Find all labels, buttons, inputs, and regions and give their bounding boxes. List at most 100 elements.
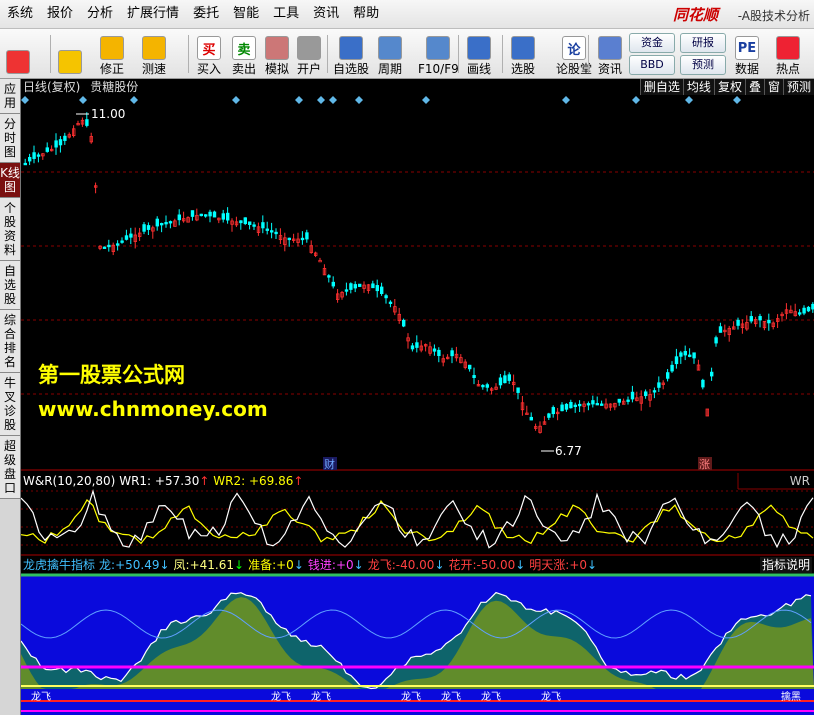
- toolbar-small-button-2[interactable]: BBD: [629, 55, 675, 75]
- candle-body: [415, 342, 419, 348]
- toolbar-sell-button[interactable]: 卖卖出: [232, 31, 256, 76]
- menu-item-1[interactable]: 报价: [40, 0, 80, 28]
- toolbar-hammer-button[interactable]: 模拟: [265, 31, 289, 76]
- sidebar-tab-4[interactable]: 自选股: [0, 261, 20, 310]
- toolbar-label: 热点: [776, 62, 801, 76]
- candle-body: [485, 384, 489, 388]
- menu-item-4[interactable]: 委托: [186, 0, 226, 28]
- sell-icon: 卖: [232, 36, 256, 60]
- candle-body: [155, 218, 159, 227]
- event-diamond-icon: [317, 96, 325, 104]
- candle-body: [142, 224, 146, 232]
- candle-body: [749, 316, 753, 322]
- candle-body: [116, 243, 120, 246]
- sidebar-tab-1[interactable]: 分时图: [0, 114, 20, 163]
- toolbar-hot-button[interactable]: 热点: [776, 31, 800, 76]
- toolbar-small-button-0[interactable]: 资金: [629, 33, 675, 53]
- indicator-label-2: 准备:: [248, 558, 277, 572]
- chart-area[interactable]: 日线(复权) 贵糖股份 删自选 均线 复权叠窗预测 11.00 6.77 财涨龙飞 龙飞龙…: [21, 79, 814, 715]
- toolbar-icon-color-squares-button[interactable]: [6, 31, 30, 76]
- indicator-name: 龙虎擒牛指标: [23, 558, 96, 572]
- up-down-arrows-icon: [100, 36, 124, 60]
- toolbar-forum-button[interactable]: 论论股堂: [556, 31, 592, 76]
- toolbar-lock-button[interactable]: 开户: [297, 31, 321, 76]
- toolbar-pencil-button[interactable]: 画线: [467, 31, 491, 76]
- toolbar-news-button[interactable]: 资讯: [598, 31, 622, 76]
- candle-body: [591, 400, 595, 405]
- toolbar-separator: [327, 35, 328, 73]
- indicator-signal-label: 龙飞: [441, 690, 461, 703]
- toolbar-f10-button[interactable]: F10/F9: [418, 31, 459, 76]
- candle-body: [318, 259, 322, 263]
- candle-body: [58, 139, 63, 146]
- candle-body: [507, 374, 511, 381]
- toolbar-separator: [50, 35, 51, 73]
- candle-body: [564, 403, 569, 410]
- candle-body: [190, 210, 195, 217]
- sidebar-tab-5[interactable]: 综合排名: [0, 310, 20, 373]
- menu-item-5[interactable]: 智能: [226, 0, 266, 28]
- candle-body: [208, 211, 212, 217]
- menu-item-3[interactable]: 扩展行情: [120, 0, 186, 28]
- candle-body: [221, 213, 225, 220]
- candle-body: [269, 230, 274, 233]
- wr-name: W&R(10,20,80): [23, 474, 116, 488]
- toolbar-pe-data-button[interactable]: PE 数据: [735, 31, 759, 76]
- indicator-value-2: +0: [276, 558, 294, 572]
- candle-body: [107, 244, 111, 248]
- candle-body: [503, 375, 507, 384]
- indicator-value-4: -40.00: [395, 558, 435, 572]
- price-high-label: 11.00: [91, 107, 125, 121]
- toolbar: 修正 测速 买买入卖卖出 模拟 开户 自选股 周期 F10/F9 画线 选股 论论股堂 资讯 PE 数据 热…: [0, 29, 814, 79]
- candle-body: [199, 213, 203, 217]
- pencil-icon: [467, 36, 491, 60]
- candle-body: [349, 283, 353, 290]
- brand-subtitle: -A股技术分析: [737, 9, 810, 23]
- candle-body: [375, 285, 379, 292]
- candle-body: [252, 224, 256, 227]
- sidebar-tab-2[interactable]: K线图: [0, 163, 20, 198]
- candle-body: [247, 221, 252, 226]
- sidebar-tab-3[interactable]: 个股资料: [0, 198, 20, 261]
- candle-body: [23, 162, 27, 166]
- candle-body: [357, 283, 362, 287]
- clock-icon: [142, 36, 166, 60]
- toolbar-small-button-1[interactable]: 研报: [680, 33, 726, 53]
- candle-body: [129, 233, 133, 238]
- toolbar-up-down-arrows-button[interactable]: 修正: [100, 31, 124, 76]
- candle-body: [437, 349, 441, 357]
- menu-item-0[interactable]: 系统: [0, 0, 40, 28]
- candle-body: [516, 387, 520, 393]
- menu-item-8[interactable]: 帮助: [346, 0, 386, 28]
- marker-zhang: 涨: [699, 458, 710, 471]
- sidebar-tab-0[interactable]: 应用: [0, 79, 20, 114]
- sidebar-tab-6[interactable]: 牛叉诊股: [0, 373, 20, 436]
- sidebar-tab-7[interactable]: 超级盘口: [0, 436, 20, 499]
- toolbar-cycle-button[interactable]: 周期: [378, 31, 402, 76]
- menu-item-6[interactable]: 工具: [266, 0, 306, 28]
- event-diamond-icon: [329, 96, 337, 104]
- candle-body: [798, 312, 802, 315]
- candle-body: [401, 319, 406, 327]
- toolbar-chart-select-button[interactable]: 选股: [511, 31, 535, 76]
- back-arrow-icon: [58, 50, 82, 74]
- candle-body: [63, 135, 67, 141]
- indicator-label-6: 明天涨:: [529, 558, 570, 572]
- toolbar-icon-back-arrow-button[interactable]: [58, 31, 82, 76]
- indicator-arrow-3: ↓: [353, 558, 364, 572]
- f10-icon: [426, 36, 451, 60]
- toolbar-star-folder-button[interactable]: 自选股: [333, 31, 369, 76]
- event-diamond-icon: [562, 96, 570, 104]
- candle-body: [45, 147, 49, 152]
- candle-body: [630, 391, 635, 400]
- toolbar-buy-button[interactable]: 买买入: [197, 31, 221, 76]
- toolbar-clock-button[interactable]: 测速: [142, 31, 166, 76]
- wr1-value: +57.30: [154, 474, 200, 488]
- menu-item-7[interactable]: 资讯: [306, 0, 346, 28]
- indicator-help-button[interactable]: 指标说明: [759, 557, 812, 573]
- toolbar-small-button-3[interactable]: 预测: [680, 55, 726, 75]
- menu-item-2[interactable]: 分析: [80, 0, 120, 28]
- indicator-arrow-4: ↓: [434, 558, 445, 572]
- candle-body: [573, 404, 577, 408]
- wr-tag[interactable]: WR: [790, 473, 810, 489]
